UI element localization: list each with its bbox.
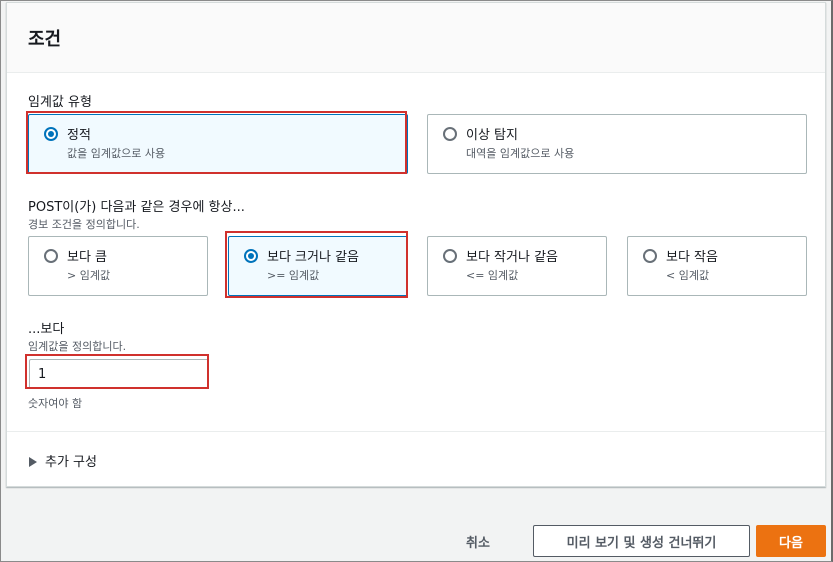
tile-subtitle: >= 임계값	[267, 269, 320, 282]
panel-header: 조건	[7, 3, 825, 73]
additional-config-label: 추가 구성	[45, 455, 97, 470]
threshold-type-anomaly-tile[interactable]: 이상 탐지 대역을 임계값으로 사용	[427, 114, 807, 174]
skip-to-preview-button[interactable]: 미리 보기 및 생성 건너뛰기	[533, 525, 750, 557]
condition-description: 경보 조건을 정의합니다.	[28, 218, 140, 231]
condition-lower-tile[interactable]: 보다 작음 < 임계값	[627, 236, 807, 296]
radio-lower[interactable]	[643, 249, 657, 263]
caret-right-icon	[29, 457, 37, 467]
tile-title: 이상 탐지	[466, 128, 518, 143]
tile-subtitle: < 임계값	[666, 269, 710, 282]
tile-subtitle: 대역을 임계값으로 사용	[466, 147, 575, 160]
threshold-value-description: 임계값을 정의합니다.	[28, 340, 127, 353]
tile-subtitle: 값을 임계값으로 사용	[67, 147, 166, 160]
condition-lower-equal-tile[interactable]: 보다 작거나 같음 <= 임계값	[427, 236, 607, 296]
threshold-value-input[interactable]	[29, 359, 209, 389]
condition-greater-equal-tile[interactable]: 보다 크거나 같음 >= 임계값	[228, 236, 408, 296]
radio-static[interactable]	[44, 127, 58, 141]
condition-greater-tile[interactable]: 보다 큼 > 임계값	[28, 236, 208, 296]
tile-title: 보다 작음	[666, 250, 718, 265]
radio-anomaly-detection[interactable]	[443, 127, 457, 141]
tile-title: 보다 작거나 같음	[466, 250, 558, 265]
tile-subtitle: > 임계값	[67, 269, 111, 282]
divider	[7, 431, 825, 432]
additional-config-toggle[interactable]: 추가 구성	[29, 451, 97, 470]
radio-greater-equal[interactable]	[244, 249, 258, 263]
panel-title: 조건	[28, 29, 62, 50]
tile-title: 보다 크거나 같음	[267, 250, 359, 265]
tile-title: 보다 큼	[67, 250, 108, 265]
radio-greater[interactable]	[44, 249, 58, 263]
threshold-type-label: 임계값 유형	[28, 95, 92, 110]
tile-subtitle: <= 임계값	[466, 269, 519, 282]
tile-title: 정적	[67, 128, 91, 143]
next-button[interactable]: 다음	[756, 525, 826, 557]
threshold-value-label: ...보다	[28, 322, 65, 337]
cancel-button[interactable]: 취소	[466, 532, 490, 551]
radio-lower-equal[interactable]	[443, 249, 457, 263]
conditions-panel: 조건 임계값 유형 정적 값을 임계값으로 사용 이상 탐지 대역을 임계값으로…	[6, 2, 826, 487]
threshold-value-hint: 숫자여야 함	[28, 397, 83, 410]
threshold-type-static-tile[interactable]: 정적 값을 임계값으로 사용	[28, 114, 408, 174]
condition-label: POST이(가) 다음과 같은 경우에 항상...	[28, 200, 245, 215]
